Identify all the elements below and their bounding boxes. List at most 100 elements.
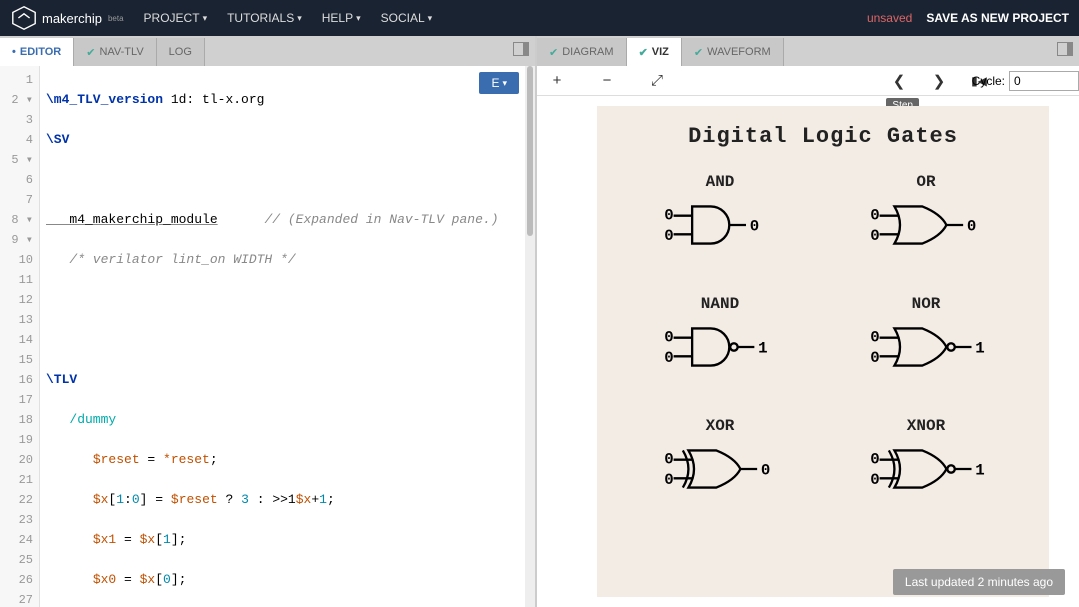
viz-title: Digital Logic Gates — [597, 106, 1049, 173]
menu-help[interactable]: HELP▾ — [322, 11, 361, 25]
tab-log[interactable]: LOG — [157, 38, 205, 66]
caret-down-icon: ▾ — [356, 13, 361, 24]
gate-nor: NOR 0 0 1 — [823, 295, 1029, 377]
viz-canvas: Digital Logic Gates AND000OR000NAND001NO… — [597, 106, 1049, 597]
svg-text:0: 0 — [664, 206, 673, 224]
logo-text: makerchip — [42, 11, 102, 26]
save-as-new-project-button[interactable]: SAVE AS NEW PROJECT — [926, 11, 1069, 25]
svg-text:0: 0 — [664, 471, 673, 489]
line-number: 21 — [0, 470, 33, 490]
svg-text:1: 1 — [975, 340, 984, 358]
line-number: 14 — [0, 330, 33, 350]
svg-text:0: 0 — [870, 450, 879, 468]
editor[interactable]: 1 2 ▾3 4 5 ▾6 7 8 ▾9 ▾10 11 12 13 14 15 … — [0, 66, 535, 607]
tab-viz[interactable]: ✔ VIZ — [627, 38, 682, 66]
tab-diagram[interactable]: ✔DIAGRAM — [537, 38, 627, 66]
topbar: makerchip beta PROJECT▾ TUTORIALS▾ HELP▾… — [0, 0, 1079, 36]
gate-or: OR000 — [823, 173, 1029, 255]
line-number: 13 — [0, 310, 33, 330]
check-icon: ✔ — [86, 46, 95, 59]
gate-xor: XOR 0 0 0 — [617, 417, 823, 499]
menu-project[interactable]: PROJECT▾ — [144, 11, 208, 25]
line-number: 7 — [0, 190, 33, 210]
line-number: 25 — [0, 550, 33, 570]
viz-toolbar: + − ⤢ ❮ ❯ ▮◀ Cycle: Step — [537, 66, 1079, 96]
cycle-label: Cycle: — [972, 74, 1005, 88]
main-menu: PROJECT▾ TUTORIALS▾ HELP▾ SOCIAL▾ — [144, 11, 433, 25]
svg-text:0: 0 — [664, 328, 673, 346]
gate-and: AND000 — [617, 173, 823, 255]
menu-tutorials[interactable]: TUTORIALS▾ — [227, 11, 302, 25]
tab-waveform[interactable]: ✔WAVEFORM — [682, 38, 784, 66]
tab-editor[interactable]: ✔• EDITOR — [0, 38, 74, 66]
scrollbar-thumb[interactable] — [527, 66, 533, 236]
line-number: 23 — [0, 510, 33, 530]
line-gutter: 1 2 ▾3 4 5 ▾6 7 8 ▾9 ▾10 11 12 13 14 15 … — [0, 66, 40, 607]
line-number: 24 — [0, 530, 33, 550]
line-number: 4 — [0, 130, 33, 150]
logo-icon — [10, 4, 38, 32]
line-number: 19 — [0, 430, 33, 450]
gate-label: XNOR — [823, 417, 1029, 435]
prev-icon[interactable]: ❮ — [889, 72, 909, 90]
line-number: 5 ▾ — [0, 150, 33, 170]
gate-nand: NAND 0 0 1 — [617, 295, 823, 377]
gate-label: NOR — [823, 295, 1029, 313]
pane-layout-icon[interactable] — [1057, 42, 1073, 56]
line-number: 3 — [0, 110, 33, 130]
line-number: 9 ▾ — [0, 230, 33, 250]
check-icon: ✔ — [694, 46, 703, 59]
gate-label: XOR — [617, 417, 823, 435]
logo[interactable]: makerchip beta — [10, 4, 124, 32]
next-icon[interactable]: ❯ — [929, 72, 949, 90]
svg-text:0: 0 — [870, 471, 879, 489]
line-number: 15 — [0, 350, 33, 370]
line-number: 26 — [0, 570, 33, 590]
toast-last-updated: Last updated 2 minutes ago — [893, 569, 1065, 595]
code-area[interactable]: \m4_TLV_version 1d: tl-x.org \SV m4_make… — [40, 66, 535, 607]
pane-layout-icon[interactable] — [513, 42, 529, 56]
svg-text:0: 0 — [750, 218, 759, 236]
line-number: 12 — [0, 290, 33, 310]
line-number: 20 — [0, 450, 33, 470]
caret-down-icon: ▾ — [297, 13, 302, 24]
svg-text:0: 0 — [870, 227, 879, 245]
unsaved-indicator: unsaved — [867, 11, 912, 25]
gate-xnor: XNOR 0 0 1 — [823, 417, 1029, 499]
logo-beta: beta — [108, 14, 124, 23]
right-tabs: ✔DIAGRAM ✔ VIZ ✔WAVEFORM — [537, 36, 1079, 66]
check-icon: ✔ — [549, 46, 558, 59]
gate-label: AND — [617, 173, 823, 191]
svg-text:0: 0 — [870, 328, 879, 346]
scrollbar[interactable] — [525, 66, 535, 607]
line-number: 17 — [0, 390, 33, 410]
svg-text:0: 0 — [664, 450, 673, 468]
caret-down-icon: ▾ — [203, 13, 208, 24]
compile-button[interactable]: E▾ — [479, 72, 519, 94]
line-number: 8 ▾ — [0, 210, 33, 230]
svg-text:0: 0 — [664, 349, 673, 367]
line-number: 27 — [0, 590, 33, 607]
gate-label: OR — [823, 173, 1029, 191]
cycle-input[interactable] — [1009, 71, 1079, 91]
svg-text:0: 0 — [870, 349, 879, 367]
svg-text:1: 1 — [758, 340, 767, 358]
topbar-right: unsaved SAVE AS NEW PROJECT — [867, 11, 1069, 25]
line-number: 11 — [0, 270, 33, 290]
left-tabs: ✔• EDITOR ✔NAV-TLV LOG — [0, 36, 535, 66]
gates-grid: AND000OR000NAND001NOR001XOR000XNOR001 — [597, 173, 1049, 499]
menu-social[interactable]: SOCIAL▾ — [381, 11, 433, 25]
expand-icon[interactable]: ⤢ — [647, 72, 667, 89]
zoom-out-icon[interactable]: − — [597, 72, 617, 89]
line-number: 10 — [0, 250, 33, 270]
gate-label: NAND — [617, 295, 823, 313]
caret-down-icon: ▾ — [428, 13, 433, 24]
left-pane: ✔• EDITOR ✔NAV-TLV LOG 1 2 ▾3 4 5 ▾6 7 8… — [0, 36, 537, 607]
svg-text:1: 1 — [975, 462, 984, 480]
caret-down-icon: ▾ — [502, 78, 507, 89]
zoom-in-icon[interactable]: + — [547, 72, 567, 89]
svg-text:0: 0 — [761, 462, 770, 480]
line-number: 6 — [0, 170, 33, 190]
line-number: 18 — [0, 410, 33, 430]
tab-nav-tlv[interactable]: ✔NAV-TLV — [74, 38, 156, 66]
